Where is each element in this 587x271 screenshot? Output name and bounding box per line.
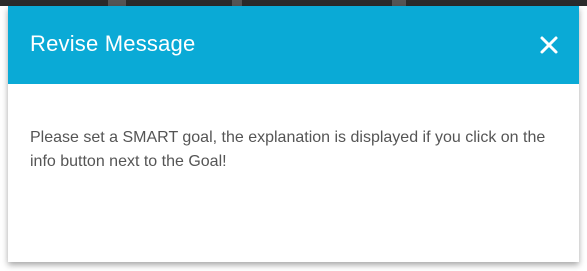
dialog-title: Revise Message	[30, 31, 196, 56]
revise-message-dialog: Revise Message Please set a SMART goal, …	[8, 6, 579, 262]
close-button[interactable]	[535, 31, 563, 59]
dialog-header: Revise Message	[8, 6, 579, 84]
close-icon	[540, 36, 558, 54]
dialog-message: Please set a SMART goal, the explanation…	[30, 129, 546, 170]
